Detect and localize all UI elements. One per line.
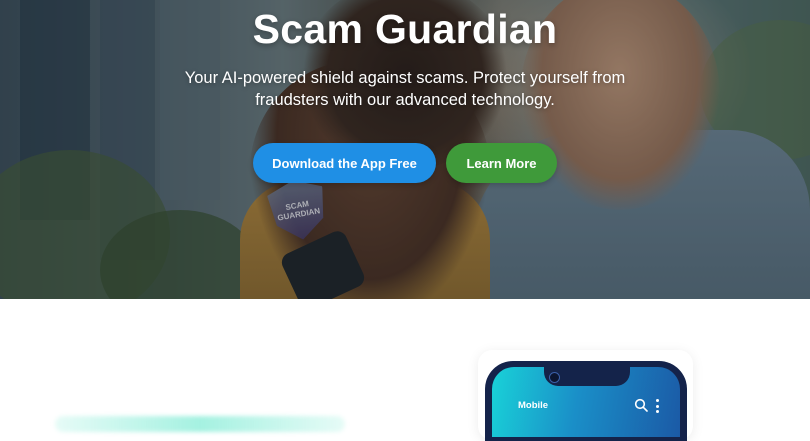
download-app-button[interactable]: Download the App Free xyxy=(253,143,436,183)
feature-heading-highlight xyxy=(55,416,345,432)
search-icon[interactable] xyxy=(634,398,648,412)
hero-section: SCAM GUARDIAN Scam Guardian Your AI-powe… xyxy=(0,0,810,299)
camera-icon xyxy=(549,372,560,383)
hero-subtitle: Your AI-powered shield against scams. Pr… xyxy=(184,69,626,109)
learn-more-button[interactable]: Learn More xyxy=(446,143,557,183)
hero-title: Scam Guardian xyxy=(252,6,558,52)
more-vertical-icon[interactable] xyxy=(652,398,662,414)
app-bar-title: Mobile xyxy=(518,400,549,411)
